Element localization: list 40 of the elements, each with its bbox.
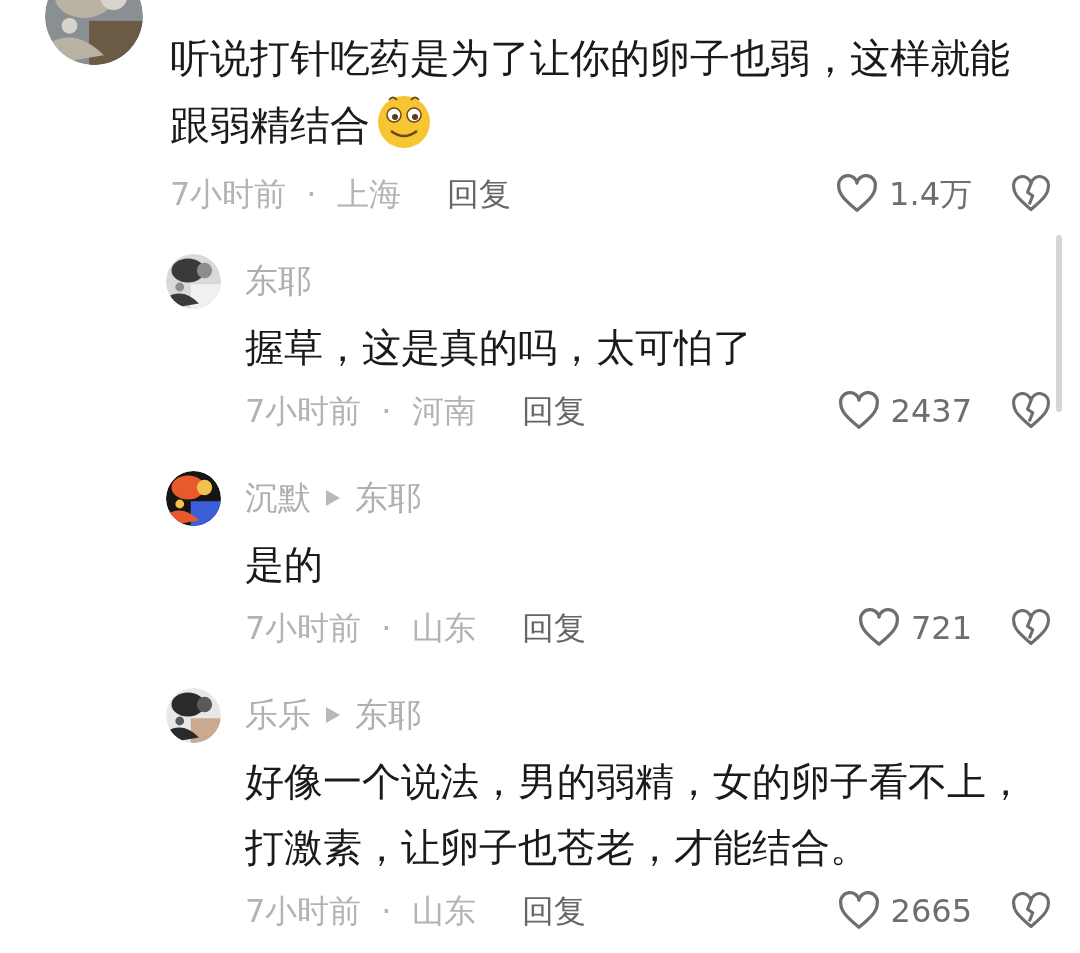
username[interactable]: 东耶 [245,256,311,306]
triangle-icon [325,706,341,724]
location: 山东 [411,891,476,932]
reply-text: 握草，这是真的吗，太可怕了 [245,324,753,372]
broken-heart-icon[interactable] [1010,392,1052,430]
like-count: 2437 [890,391,972,432]
reply-button[interactable]: 回复 [446,170,511,218]
heart-icon[interactable] [835,174,880,214]
broken-heart-icon[interactable] [1010,175,1052,213]
reply-target[interactable]: 东耶 [355,473,421,523]
broken-heart-icon[interactable] [1010,609,1052,647]
reply-text: 好像一个说法，男的弱精，女的卵子看不上，打激素，让卵子也苍老，才能结合。 [245,758,1026,872]
reply-button[interactable]: 回复 [521,387,586,435]
timestamp: 7小时前 [245,391,362,432]
heart-icon[interactable] [856,608,901,648]
separator-dot: · [381,391,392,432]
scrollbar[interactable] [1056,235,1062,412]
like-count: 1.4万 [889,174,972,215]
separator-dot: · [381,891,392,932]
heart-icon[interactable] [836,391,881,431]
reply-button[interactable]: 回复 [521,604,586,652]
like-count: 721 [910,608,972,649]
username[interactable]: 沉默 [245,473,311,523]
triangle-icon [325,489,341,507]
location: 山东 [411,608,476,649]
comment-text: 听说打针吃药是为了让你的卵子也弱，这样就能跟弱精结合 [170,34,1011,151]
reply-button[interactable]: 回复 [521,887,586,935]
heart-icon[interactable] [836,891,881,931]
reply-text: 是的 [245,541,324,589]
like-count: 2665 [890,891,972,932]
timestamp: 7小时前 [245,608,362,649]
broken-heart-icon[interactable] [1010,892,1052,930]
timestamp: 7小时前 [245,891,362,932]
separator-dot: · [306,174,317,215]
location: 河南 [411,391,476,432]
reply-target[interactable]: 东耶 [355,690,421,740]
timestamp: 7小时前 [170,174,287,215]
separator-dot: · [381,608,392,649]
location: 上海 [336,174,401,215]
username[interactable]: 乐乐 [245,690,311,740]
